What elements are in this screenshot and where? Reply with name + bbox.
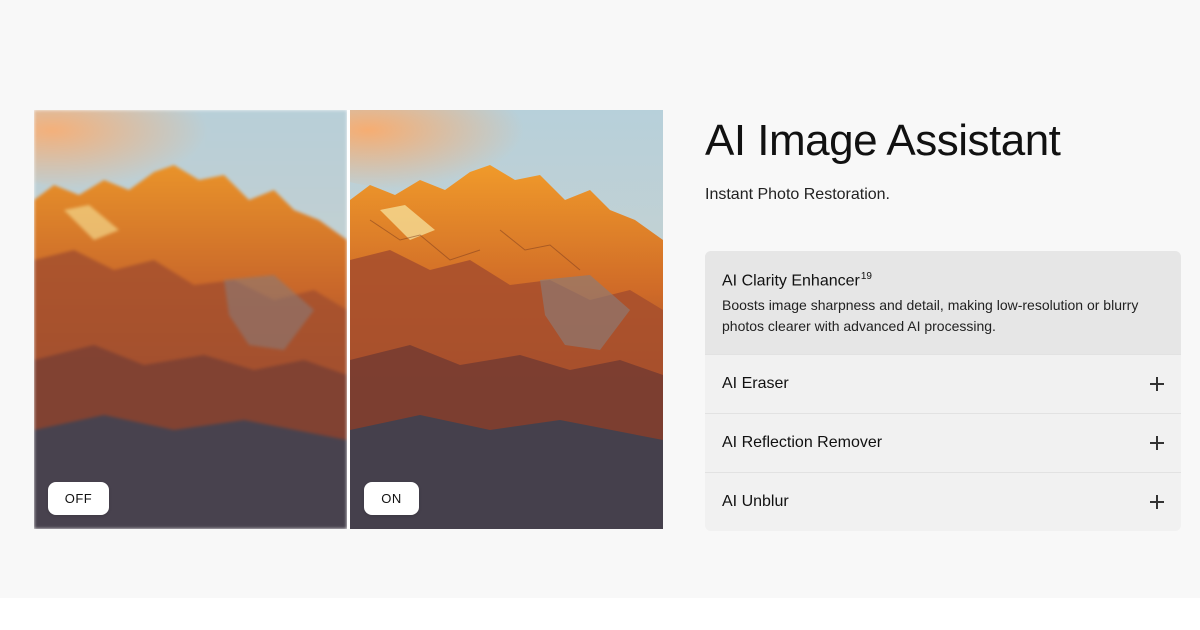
- footnote-marker: 19: [860, 271, 872, 282]
- accordion-item-ai-clarity-enhancer[interactable]: AI Clarity Enhancer19 Boosts image sharp…: [705, 251, 1181, 354]
- plus-icon[interactable]: [1150, 377, 1164, 391]
- accordion-item-ai-unblur[interactable]: AI Unblur: [705, 472, 1181, 531]
- accordion-header[interactable]: AI Reflection Remover: [722, 414, 1164, 472]
- accordion-description: Boosts image sharpness and detail, makin…: [722, 297, 1139, 334]
- page-title: AI Image Assistant: [705, 116, 1061, 165]
- before-image-panel: OFF: [34, 110, 347, 529]
- plus-icon[interactable]: [1150, 436, 1164, 450]
- accordion-title: AI Unblur: [722, 493, 789, 510]
- accordion-title: AI Reflection Remover: [722, 434, 883, 451]
- on-toggle-label[interactable]: ON: [364, 482, 419, 515]
- accordion-title: AI Clarity Enhancer19: [722, 271, 872, 290]
- accordion-item-ai-reflection-remover[interactable]: AI Reflection Remover: [705, 413, 1181, 472]
- accordion-title: AI Eraser: [722, 375, 789, 392]
- plus-icon[interactable]: [1150, 495, 1164, 509]
- accordion-header[interactable]: AI Eraser: [722, 355, 1164, 413]
- page-subtitle: Instant Photo Restoration.: [705, 186, 890, 203]
- accordion-header[interactable]: AI Clarity Enhancer19: [722, 271, 1164, 290]
- mountain-photo-after: [350, 110, 663, 529]
- after-image-panel: ON: [350, 110, 663, 529]
- mountain-photo-before: [34, 110, 347, 529]
- accordion-header[interactable]: AI Unblur: [722, 473, 1164, 531]
- before-after-comparison[interactable]: OFF ON: [34, 110, 663, 529]
- page-stage: OFF ON AI Image Assistant Instant Photo …: [0, 0, 1200, 598]
- off-toggle-label[interactable]: OFF: [48, 482, 109, 515]
- accordion-item-ai-eraser[interactable]: AI Eraser: [705, 354, 1181, 413]
- feature-accordion: AI Clarity Enhancer19 Boosts image sharp…: [705, 251, 1181, 531]
